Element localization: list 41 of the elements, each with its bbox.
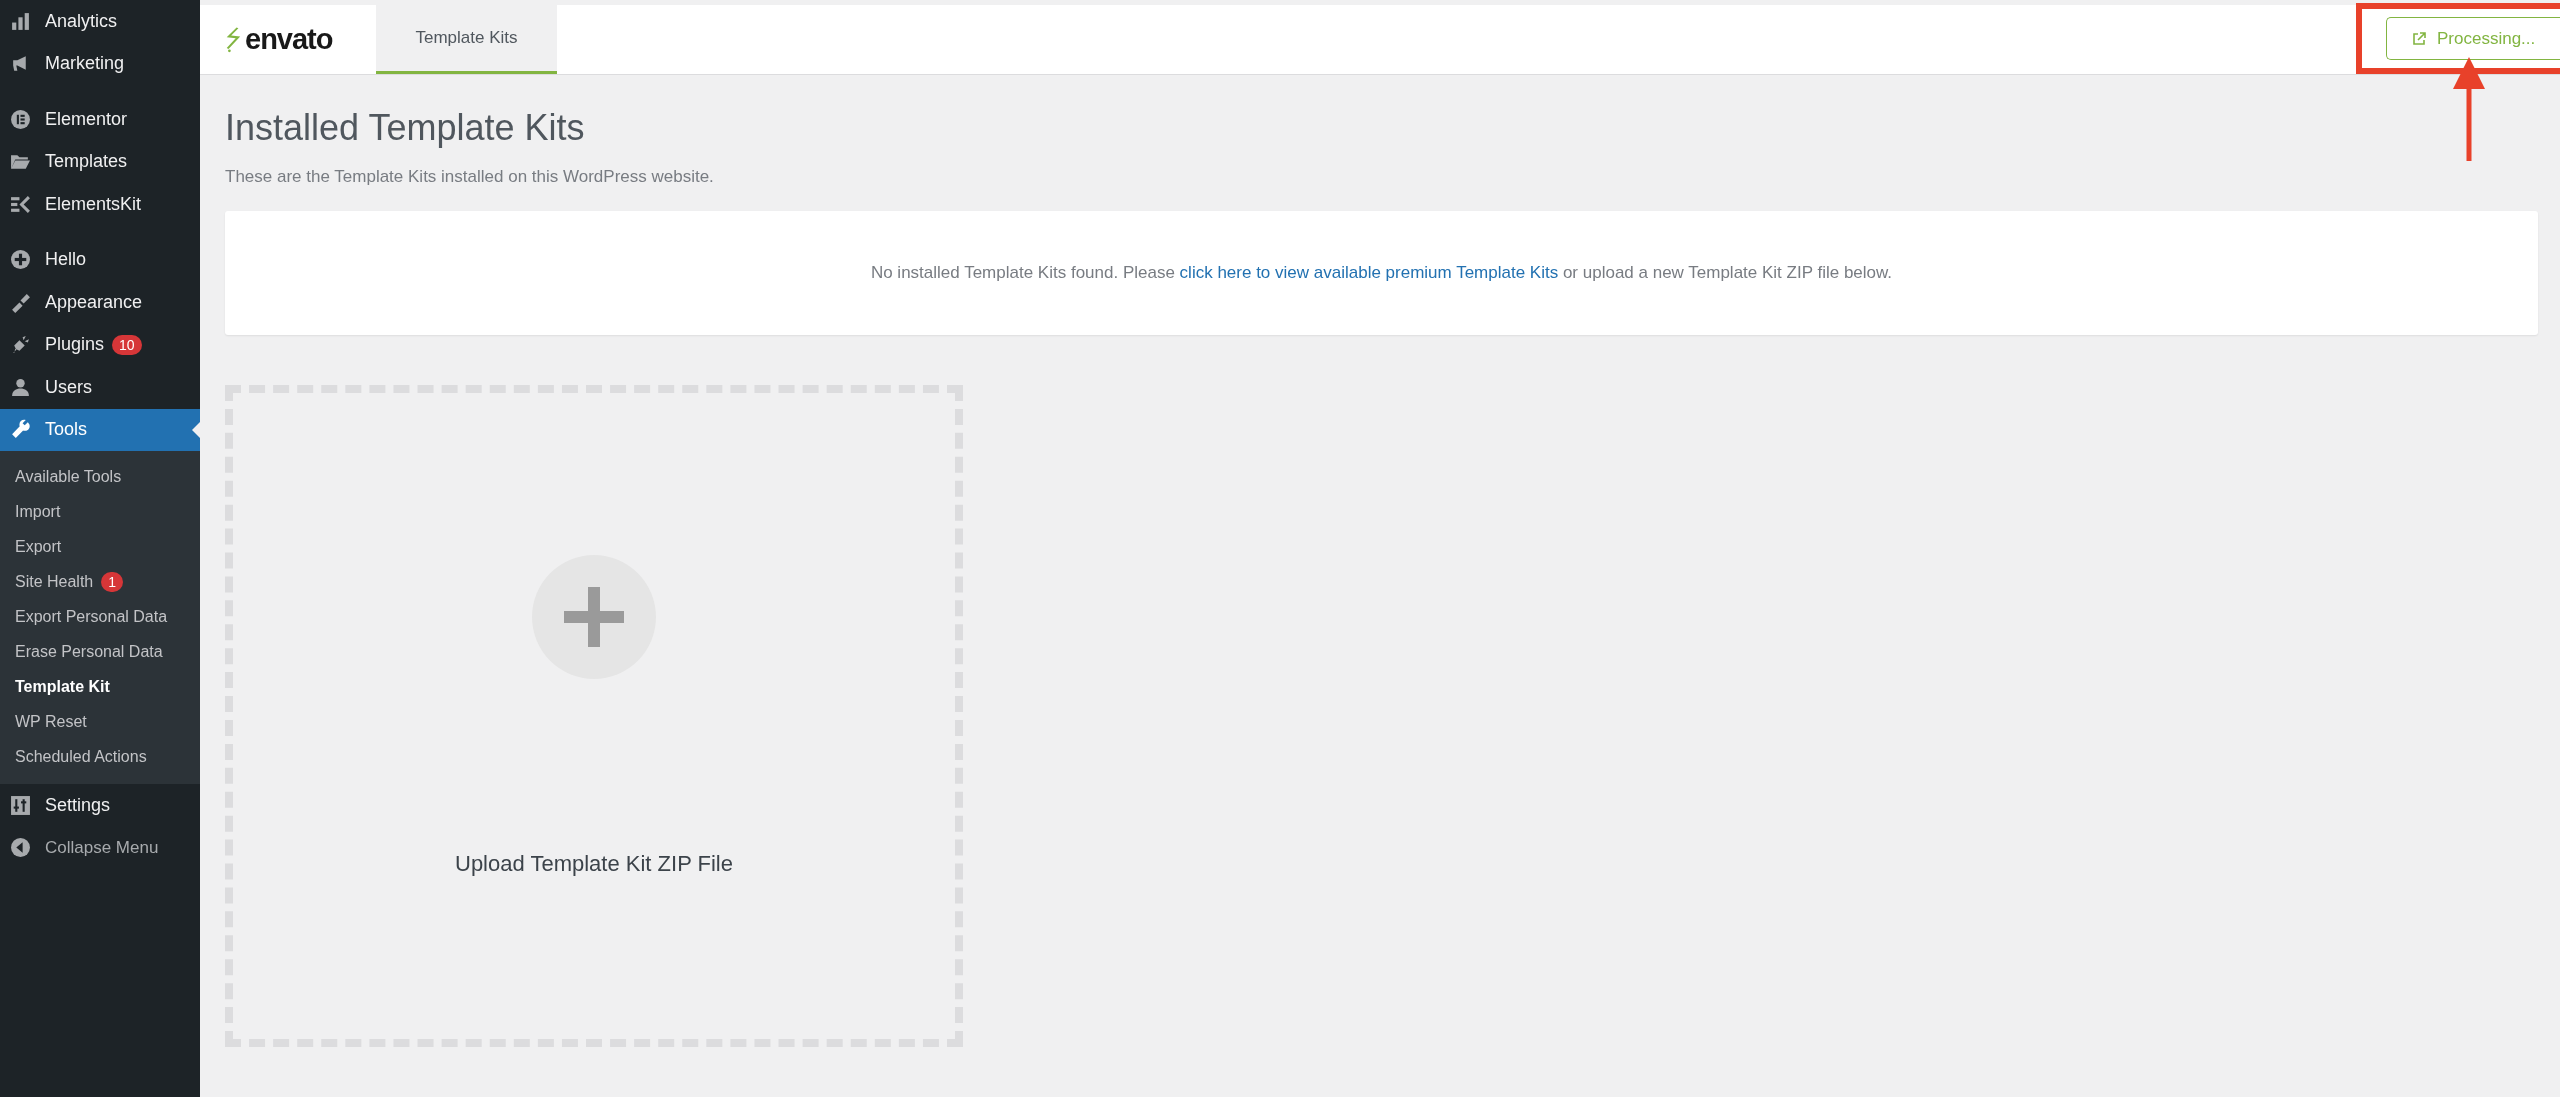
elementor-icon <box>10 108 31 130</box>
user-icon <box>10 376 31 398</box>
submenu-item[interactable]: Scheduled Actions <box>0 739 200 774</box>
page-title: Installed Template Kits <box>225 107 586 149</box>
menu-item[interactable]: Marketing <box>0 42 200 85</box>
premium-kits-link[interactable]: click here to view available premium Template Kits <box>1179 263 1559 282</box>
bars-icon <box>10 10 31 32</box>
page-description: These are the Template Kits installed on this WordPress website. <box>225 167 715 187</box>
menu-item[interactable]: Elementor <box>0 98 200 141</box>
tab[interactable]: Template Kits <box>376 5 557 74</box>
leaf-icon <box>224 25 242 54</box>
menu-item[interactable]: Analytics <box>0 0 200 43</box>
menu-item[interactable]: Appearance <box>0 281 200 324</box>
submenu-item[interactable]: Available Tools <box>0 459 200 494</box>
menu-item[interactable]: Settings <box>0 784 200 827</box>
menu-item[interactable]: Plugins 10 <box>0 323 200 366</box>
submenu-item[interactable]: WP Reset <box>0 704 200 739</box>
menu-item[interactable]: Tools <box>0 408 200 451</box>
submenu-item[interactable]: Import <box>0 494 200 529</box>
menu-item[interactable]: Templates <box>0 140 200 183</box>
sliders-icon <box>10 794 31 816</box>
envato-logo[interactable]: envato <box>200 5 376 74</box>
wrench-icon <box>10 419 31 441</box>
plus-icon <box>10 249 31 271</box>
external-link-icon <box>2411 30 2427 47</box>
menu-item[interactable]: Users <box>0 366 200 409</box>
submenu-item[interactable]: Export <box>0 529 200 564</box>
menu-item[interactable]: ElementsKit <box>0 183 200 226</box>
plus-icon <box>532 555 656 679</box>
upload-label: Upload Template Kit ZIP File <box>455 851 733 877</box>
submenu-item[interactable]: Erase Personal Data <box>0 634 200 669</box>
menu-item[interactable]: Hello <box>0 238 200 281</box>
count-badge: 10 <box>112 334 142 355</box>
count-badge: 1 <box>101 571 124 592</box>
upload-dropzone[interactable]: Upload Template Kit ZIP File <box>225 385 963 1047</box>
submenu-item[interactable]: Template Kit <box>0 669 200 704</box>
submenu-item[interactable]: Site Health 1 <box>0 564 200 599</box>
collapse-icon <box>10 837 31 859</box>
notice-text: No installed Template Kits found. Please click here to view available premium Template Kits or upload a new Template Kit ZIP file below. <box>870 263 1893 283</box>
submenu-item[interactable]: Export Personal Data <box>0 599 200 634</box>
collapse-menu-button[interactable]: Collapse Menu <box>0 826 200 869</box>
